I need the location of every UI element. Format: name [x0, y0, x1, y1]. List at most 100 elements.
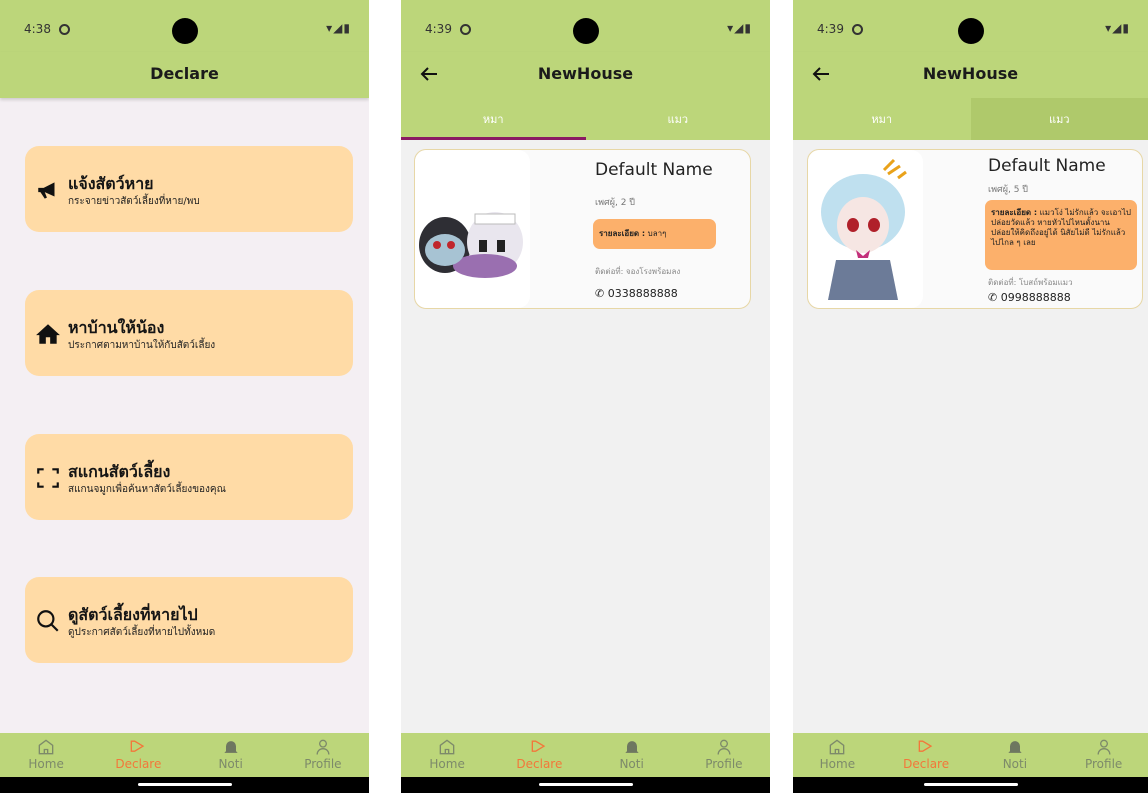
status-time: 4:39: [817, 22, 844, 36]
status-bar: 4:39 ▾◢▮: [401, 0, 770, 52]
nav-label: Home: [28, 757, 64, 771]
megaphone-icon: [38, 182, 55, 199]
nav-label: Noti: [619, 757, 644, 771]
page-title: Declare: [150, 64, 219, 83]
detail-text: บลาๆ: [647, 229, 667, 238]
tab-dog[interactable]: หมา: [401, 98, 586, 140]
pet-name: Default Name: [988, 156, 1106, 176]
detail-label: รายละเอียด :: [991, 208, 1038, 217]
nav-noti[interactable]: Noti: [185, 733, 277, 777]
menu-subtitle: ประกาศตามหาบ้านให้กับสัตว์เลี้ยง: [68, 340, 216, 351]
gesture-bar: [0, 777, 369, 793]
wifi-signal-battery-icon: ▾◢▮: [326, 21, 351, 35]
screen-newhouse-cat: 4:39 ▾◢▮ NewHouse หมา แมว Default Name เ…: [793, 0, 1148, 793]
nav-label: Profile: [705, 757, 743, 771]
phone-icon: ✆: [988, 291, 998, 304]
menu-item-view-lost[interactable]: ดูสัตว์เลี้ยงที่หายไป ดูประกาศสัตว์เลี้ย…: [25, 577, 353, 663]
nav-label: Home: [819, 757, 856, 771]
pet-phone[interactable]: ✆ 0998888888: [988, 291, 1071, 304]
pet-gender-age: เพศผู้, 2 ปี: [595, 198, 636, 208]
nav-label: Declare: [115, 757, 162, 771]
pet-contact: ติดต่อที่: โบสถ์พร้อมแมว: [988, 278, 1073, 287]
phone-icon: ✆: [595, 287, 605, 300]
menu-subtitle: สแกนจมูกเพื่อค้นหาสัตว์เลี้ยงของคุณ: [68, 484, 226, 495]
nav-noti[interactable]: Noti: [586, 733, 678, 777]
pet-phone[interactable]: ✆ 0338888888: [595, 287, 678, 300]
menu-subtitle: กระจายข่าวสัตว์เลี้ยงที่หาย/พบ: [68, 196, 200, 207]
nav-home[interactable]: Home: [0, 733, 92, 777]
bell-icon: [624, 741, 639, 754]
nav-label: Profile: [304, 757, 342, 771]
nav-profile[interactable]: Profile: [1059, 733, 1148, 777]
gesture-bar: [793, 777, 1148, 793]
home-icon: [36, 324, 60, 344]
phone-number: 0338888888: [607, 287, 678, 300]
nav-home[interactable]: Home: [401, 733, 493, 777]
wifi-signal-battery-icon: ▾◢▮: [1105, 21, 1130, 35]
nav-noti[interactable]: Noti: [971, 733, 1060, 777]
tab-cat[interactable]: แมว: [586, 98, 771, 140]
person-icon: [717, 739, 731, 755]
bell-icon: [1008, 741, 1022, 754]
scan-icon: [37, 468, 59, 488]
bottom-nav: Home Declare Noti Profile: [0, 733, 369, 777]
nav-label: Noti: [1002, 757, 1028, 771]
tab-cat[interactable]: แมว: [970, 98, 1148, 140]
megaphone-outline-icon: [918, 740, 933, 752]
nav-declare[interactable]: Declare: [882, 733, 971, 777]
camera-cutout: [572, 18, 599, 44]
notification-dot-icon: [59, 24, 70, 35]
tab-bar: หมา แมว: [793, 98, 1148, 140]
app-bar: Declare: [0, 52, 369, 98]
pet-photo: [415, 150, 530, 308]
bell-icon: [223, 741, 238, 754]
megaphone-outline-icon: [131, 740, 145, 752]
home-outline-icon: [439, 739, 455, 755]
person-icon: [1097, 739, 1111, 755]
bottom-nav: Home Declare Noti Profile: [401, 733, 770, 777]
notification-dot-icon: [852, 24, 863, 35]
status-bar: 4:39 ▾◢▮: [793, 0, 1148, 52]
page-title: NewHouse: [537, 64, 634, 83]
notification-dot-icon: [460, 24, 471, 35]
nav-label: Profile: [1084, 757, 1123, 771]
menu-subtitle: ดูประกาศสัตว์เลี้ยงที่หายไปทั้งหมด: [68, 627, 216, 638]
nav-home[interactable]: Home: [793, 733, 882, 777]
nav-label: Noti: [218, 757, 243, 771]
screen-newhouse-dog: 4:39 ▾◢▮ NewHouse หมา แมว Default Name เ…: [401, 0, 770, 793]
app-bar: NewHouse: [793, 52, 1148, 98]
screen-declare: 4:38 ▾◢▮ Declare แจ้งสัตว์หาย กระจายข่าว…: [0, 0, 369, 793]
status-time: 4:39: [425, 22, 452, 36]
pet-detail-box: รายละเอียด : แมวโง่ ไม่รักแล้ว จะเอาไปปล…: [985, 200, 1137, 270]
home-outline-icon: [830, 739, 845, 755]
app-bar: NewHouse: [401, 52, 770, 98]
pet-contact: ติดต่อที่: จองโรงพร้อมลง: [595, 267, 681, 276]
pet-illustration: [821, 158, 907, 300]
nav-declare[interactable]: Declare: [493, 733, 585, 777]
status-time: 4:38: [24, 22, 51, 36]
nav-profile[interactable]: Profile: [678, 733, 770, 777]
phone-number: 0998888888: [1000, 291, 1071, 304]
menu-item-find-home[interactable]: หาบ้านให้น้อง ประกาศตามหาบ้านให้กับสัตว์…: [25, 290, 353, 376]
camera-cutout: [957, 18, 984, 44]
detail-label: รายละเอียด :: [599, 229, 646, 238]
wifi-signal-battery-icon: ▾◢▮: [727, 21, 752, 35]
megaphone-outline-icon: [532, 740, 546, 752]
pet-photo: [808, 150, 923, 308]
nav-profile[interactable]: Profile: [277, 733, 369, 777]
menu-item-scan-pet[interactable]: สแกนสัตว์เลี้ยง สแกนจมูกเพื่อค้นหาสัตว์เ…: [25, 434, 353, 520]
pet-name: Default Name: [595, 160, 713, 180]
home-outline-icon: [38, 739, 54, 755]
pet-card[interactable]: Default Name เพศผู้, 5 ปี รายละเอียด : แ…: [807, 149, 1143, 309]
tab-dog[interactable]: หมา: [793, 98, 971, 140]
nav-declare[interactable]: Declare: [92, 733, 184, 777]
search-icon: [37, 610, 59, 632]
person-icon: [316, 739, 330, 755]
status-bar: 4:38 ▾◢▮: [0, 0, 369, 52]
pet-gender-age: เพศผู้, 5 ปี: [988, 185, 1029, 195]
menu-item-report-lost[interactable]: แจ้งสัตว์หาย กระจายข่าวสัตว์เลี้ยงที่หาย…: [25, 146, 353, 232]
gesture-bar: [401, 777, 770, 793]
page-title: NewHouse: [922, 64, 1019, 83]
pet-card[interactable]: Default Name เพศผู้, 2 ปี รายละเอียด : บ…: [414, 149, 751, 309]
nav-label: Declare: [903, 757, 950, 771]
